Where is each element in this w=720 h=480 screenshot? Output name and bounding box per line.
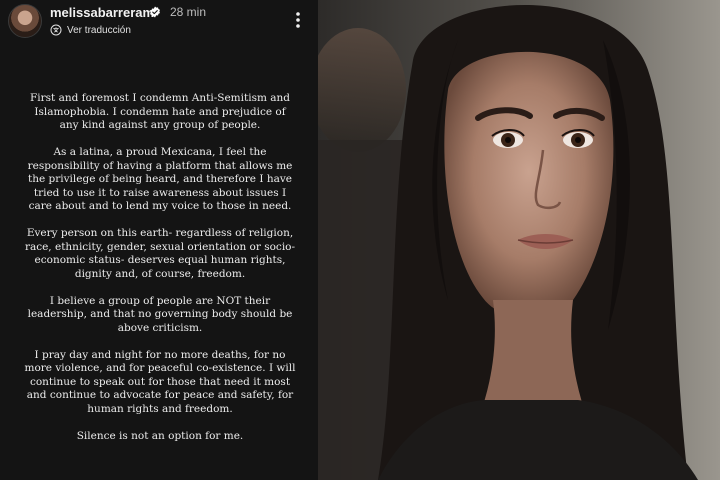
statement-paragraph: I believe a group of people are NOT thei… xyxy=(27,294,293,334)
statement-paragraph: Every person on this earth- regardless o… xyxy=(24,227,296,280)
post-time: 28 min xyxy=(170,5,207,19)
portrait-photo xyxy=(318,0,720,480)
statement-paragraph: First and foremost I condemn Anti-Semiti… xyxy=(30,92,290,131)
portrait-illustration xyxy=(318,0,720,480)
translate-label: Ver traducción xyxy=(67,24,131,36)
more-options-icon[interactable] xyxy=(290,10,306,30)
story-panel: melissabarreram 28 min Ver traducción Fi… xyxy=(0,0,318,480)
verified-badge-icon xyxy=(150,6,160,18)
translate-icon xyxy=(50,24,62,36)
statement-paragraph: Silence is not an option for me. xyxy=(76,429,244,442)
statement-paragraph: As a latina, a proud Mexicana, I feel th… xyxy=(27,146,293,212)
story-statement: First and foremost I condemn Anti-Semiti… xyxy=(24,92,296,457)
username[interactable]: melissabarreram xyxy=(50,5,154,20)
story-header: melissabarreram 28 min Ver traducción xyxy=(0,0,318,48)
statement-paragraph: I pray day and night for no more deaths,… xyxy=(24,348,296,415)
translate-button[interactable]: Ver traducción xyxy=(50,23,131,37)
avatar[interactable] xyxy=(8,4,42,38)
